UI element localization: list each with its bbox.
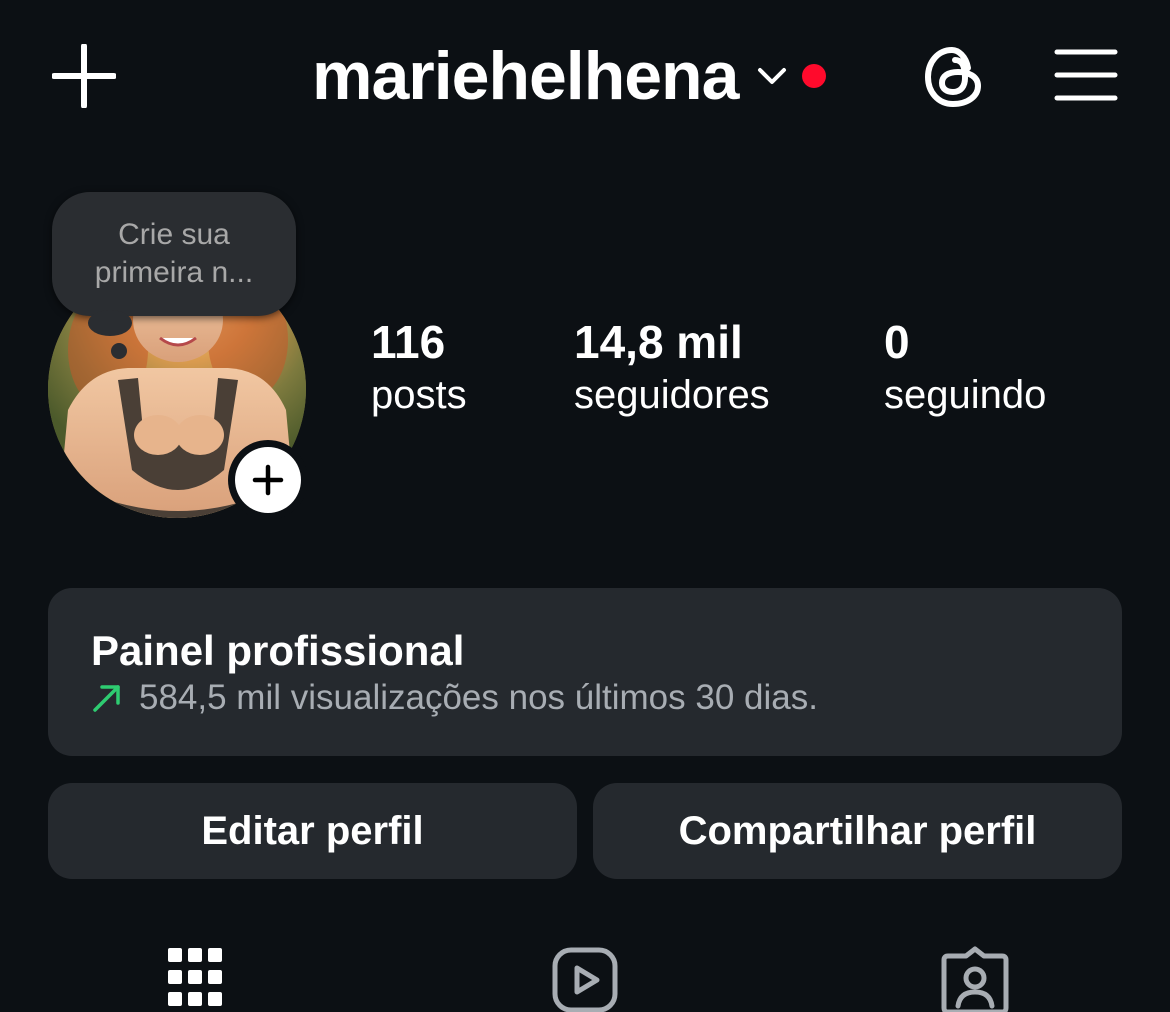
posts-label: posts bbox=[371, 373, 467, 417]
tagged-icon bbox=[941, 946, 1009, 1012]
note-bubble[interactable]: Crie sua primeira n... bbox=[52, 192, 296, 316]
dashboard-subtitle-row: 584,5 mil visualizações nos últimos 30 d… bbox=[91, 676, 818, 720]
note-prompt-text: Crie sua primeira n... bbox=[94, 218, 254, 289]
professional-dashboard-card[interactable]: Painel profissional 584,5 mil visualizaç… bbox=[48, 588, 1122, 756]
new-post-button[interactable] bbox=[51, 43, 117, 109]
grid-icon bbox=[168, 948, 222, 1006]
followers-count: 14,8 mil bbox=[574, 316, 743, 368]
tab-tagged[interactable] bbox=[940, 946, 1010, 1012]
username: mariehelhena bbox=[312, 38, 739, 114]
hamburger-menu-icon bbox=[1054, 49, 1118, 101]
add-story-button[interactable] bbox=[228, 440, 308, 520]
menu-button[interactable] bbox=[1054, 48, 1118, 102]
note-bubble-tail-dot bbox=[111, 343, 127, 359]
note-bubble-tail bbox=[88, 310, 132, 336]
profile-screen: mariehelhena Crie sua primeira n... 116 … bbox=[0, 0, 1170, 1012]
notification-dot bbox=[802, 64, 827, 88]
share-profile-button[interactable]: Compartilhar perfil bbox=[593, 783, 1122, 879]
account-switcher[interactable]: mariehelhena bbox=[312, 36, 827, 116]
followers-label: seguidores bbox=[574, 373, 770, 417]
dashboard-title: Painel profissional bbox=[91, 627, 465, 674]
reels-icon bbox=[552, 947, 618, 1012]
threads-icon bbox=[925, 47, 981, 107]
stat-posts[interactable]: 116 posts bbox=[371, 316, 467, 422]
plus-icon bbox=[252, 464, 284, 496]
add-story-badge bbox=[235, 447, 301, 513]
threads-button[interactable] bbox=[922, 44, 986, 110]
following-count: 0 bbox=[884, 316, 910, 368]
stat-following[interactable]: 0 seguindo bbox=[884, 316, 1046, 422]
tab-posts-grid[interactable] bbox=[166, 946, 224, 1012]
posts-count: 116 bbox=[371, 316, 446, 368]
dashboard-views-text: 584,5 mil visualizações nos últimos 30 d… bbox=[139, 678, 818, 717]
stat-followers[interactable]: 14,8 mil seguidores bbox=[574, 316, 770, 422]
edit-profile-button[interactable]: Editar perfil bbox=[48, 783, 577, 879]
chevron-down-icon bbox=[758, 68, 787, 84]
trending-up-arrow-icon bbox=[93, 685, 120, 712]
plus-icon bbox=[51, 43, 117, 109]
tab-reels[interactable] bbox=[551, 946, 619, 1012]
following-label: seguindo bbox=[884, 373, 1047, 417]
